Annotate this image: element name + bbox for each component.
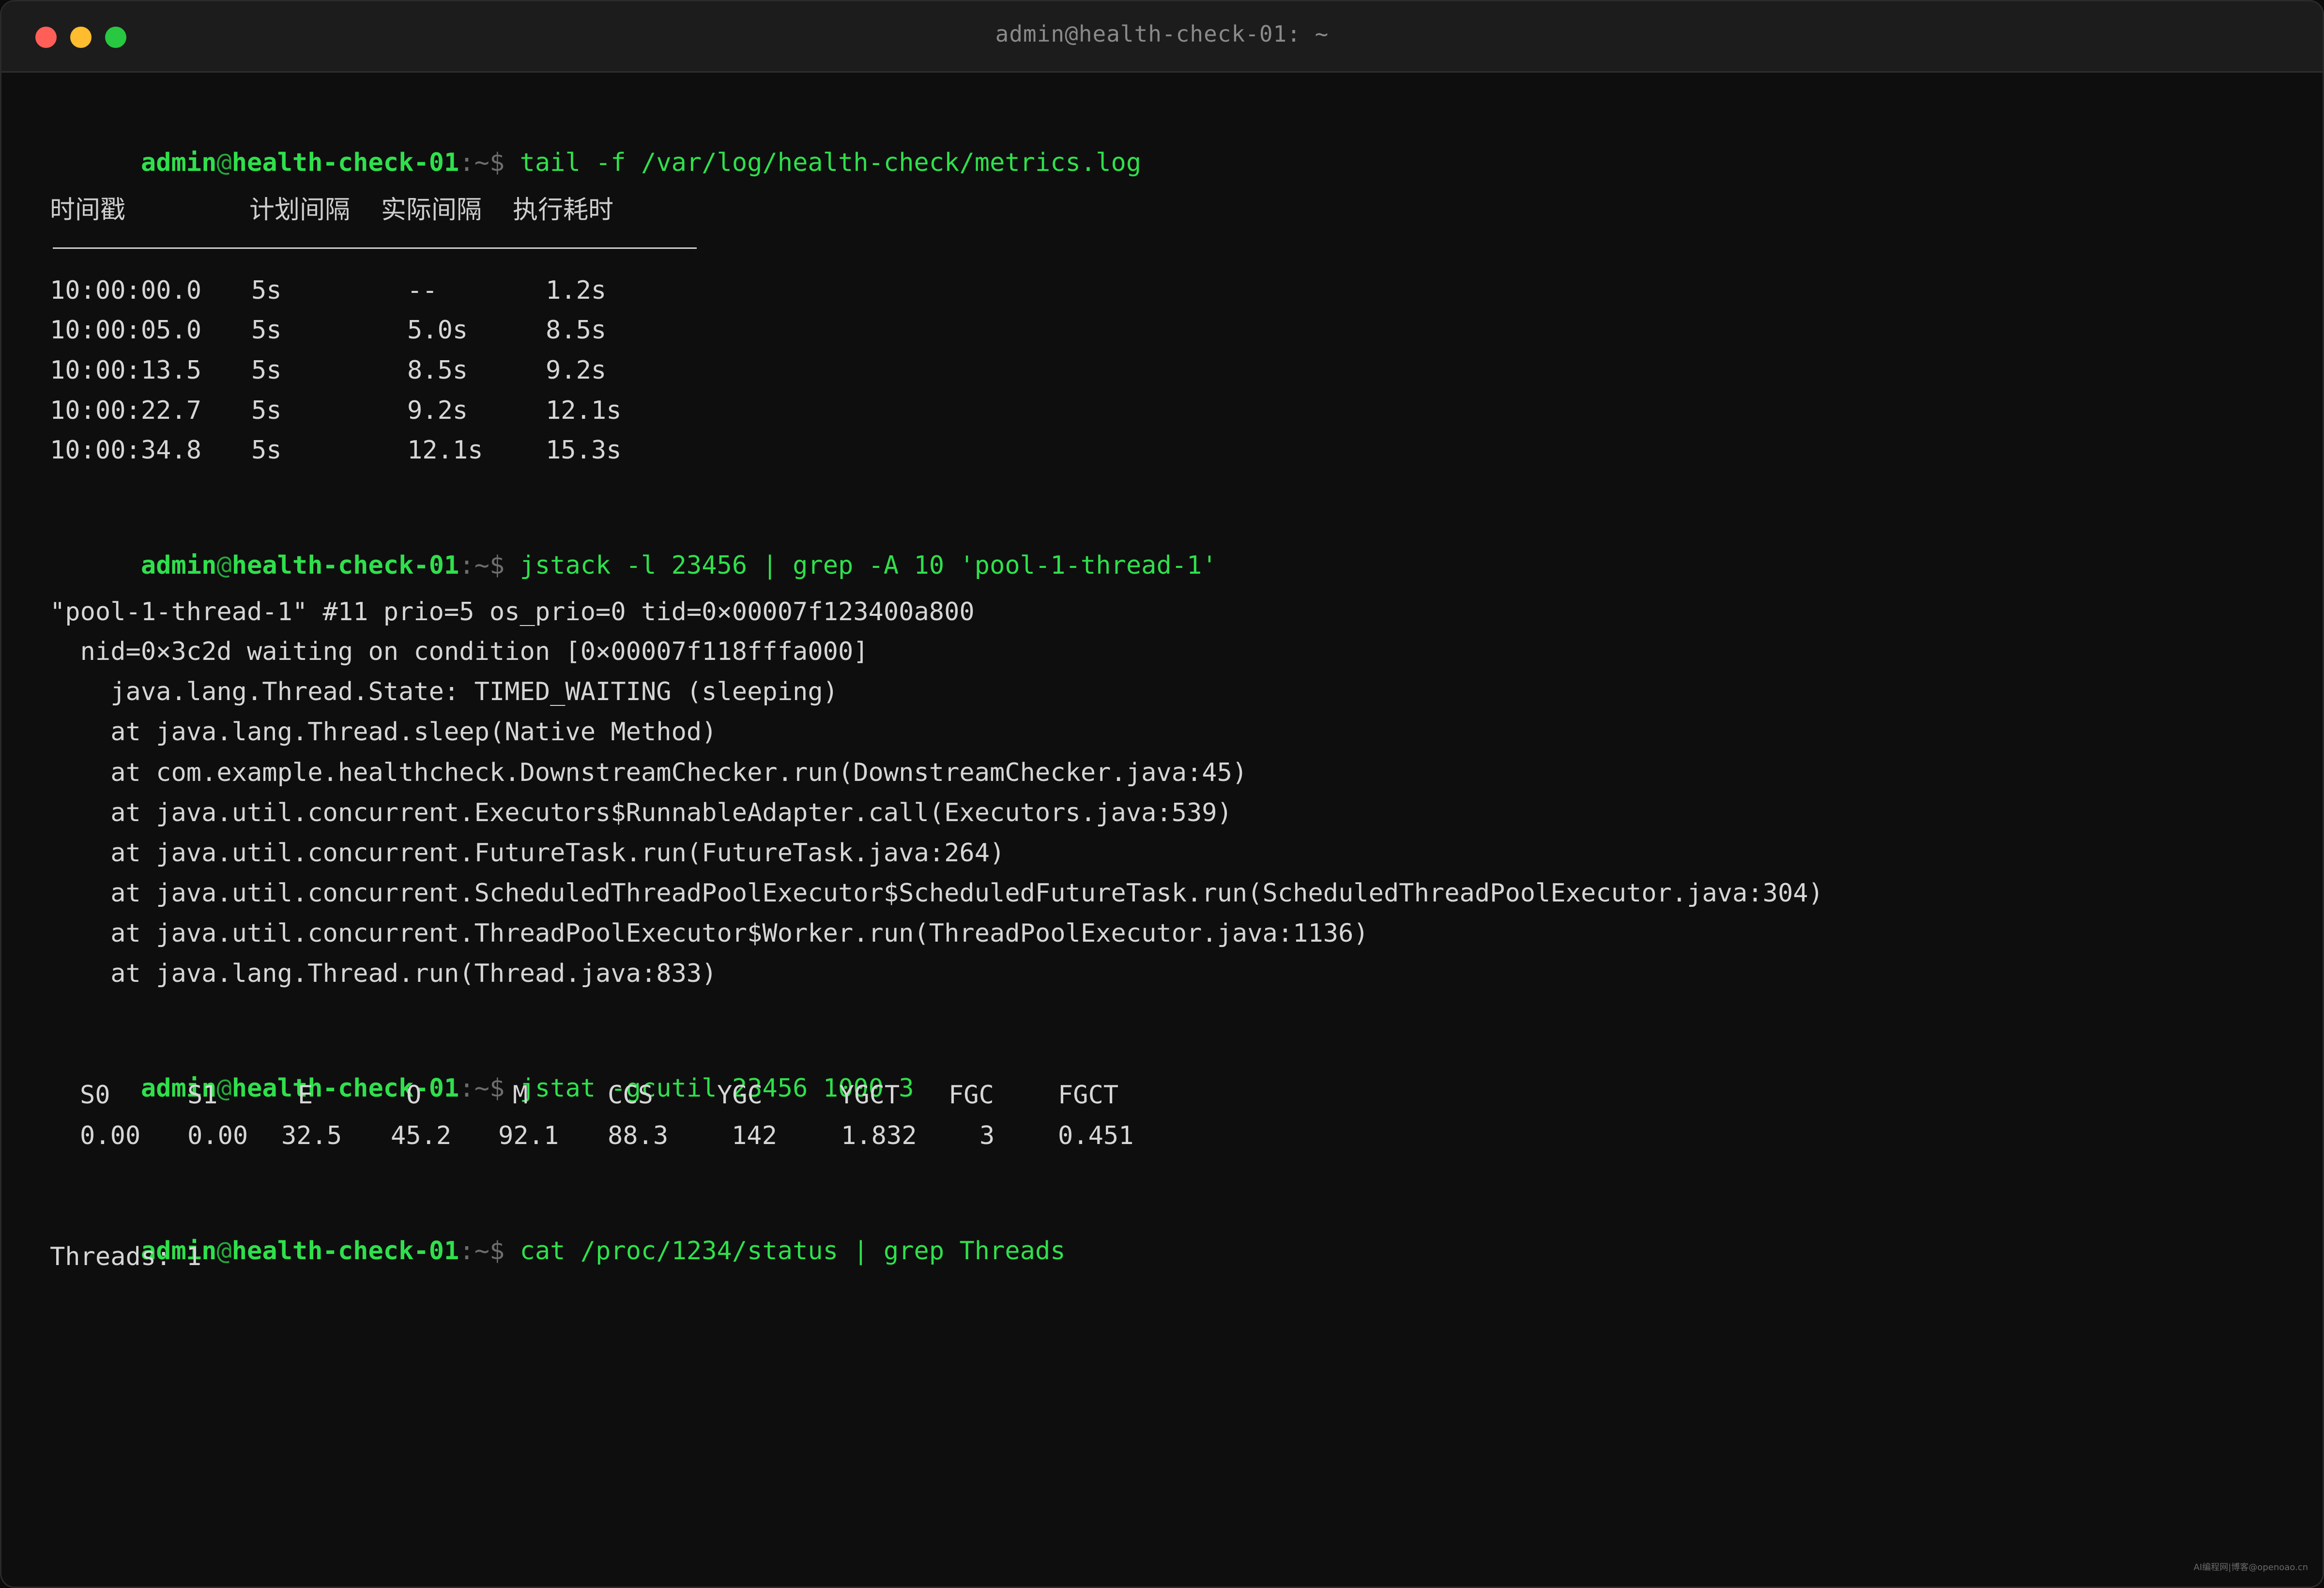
jstack-line: nid=0×3c2d waiting on condition [0×00007… (50, 637, 869, 666)
prompt-dollar: $ (489, 148, 505, 177)
prompt-line-jstack: admin@health-check-01:~$ jstack -l 23456… (50, 515, 1217, 580)
command-text: tail -f /var/log/health-check/metrics.lo… (520, 148, 1142, 177)
command-text: jstack -l 23456 | grep -A 10 'pool-1-thr… (520, 551, 1217, 580)
jstack-line: at java.util.concurrent.Executors$Runnab… (50, 798, 1232, 827)
command-text: cat /proc/1234/status | grep Threads (520, 1237, 1066, 1266)
prompt-line-cat: admin@health-check-01:~$ cat /proc/1234/… (50, 1200, 1066, 1266)
prompt-user: admin (140, 551, 217, 580)
jstat-header: S1 (187, 1081, 218, 1110)
table-cell: 12.1s (407, 436, 483, 465)
prompt-host: health-check-01 (231, 1074, 459, 1103)
jstat-value: 142 (732, 1121, 777, 1150)
jstack-line: at com.example.healthcheck.DownstreamChe… (50, 758, 1248, 787)
jstat-value: 32.5 (281, 1121, 342, 1150)
table-cell: 10:00:34.8 (50, 436, 202, 465)
metrics-header-exec-time: 执行耗时 (513, 196, 614, 225)
prompt-path: :~ (459, 148, 489, 177)
watermark: AI编程网|博客@openoao.cn (2193, 1562, 2308, 1573)
jstat-header: YGC (717, 1081, 763, 1110)
jstat-header: S0 (80, 1081, 110, 1110)
prompt-user: admin (140, 148, 217, 177)
table-cell: 12.1s (546, 396, 622, 425)
terminal-output[interactable]: admin@health-check-01:~$ tail -f /var/lo… (50, 98, 2293, 1557)
jstat-header: CCS (608, 1081, 653, 1110)
table-cell: 9.2s (407, 396, 468, 425)
table-cell: 8.5s (407, 356, 468, 385)
metrics-header-planned-interval: 计划间隔 (249, 196, 351, 225)
jstat-value: 88.3 (608, 1121, 669, 1150)
table-cell: -- (407, 276, 438, 305)
table-cell: 10:00:00.0 (50, 276, 202, 305)
prompt-path: :~ (459, 1074, 489, 1103)
jstat-header: FGCT (1058, 1081, 1119, 1110)
jstat-header: M (513, 1081, 528, 1110)
window-title: admin@health-check-01: ~ (995, 21, 1329, 47)
prompt-at: @ (216, 1237, 232, 1266)
prompt-dollar: $ (489, 1074, 505, 1103)
jstat-value: 92.1 (498, 1121, 559, 1150)
table-cell: 10:00:13.5 (50, 356, 202, 385)
jstat-header: FGC (948, 1081, 994, 1110)
table-cell: 5s (251, 396, 282, 425)
jstat-header: YGCT (839, 1081, 900, 1110)
prompt-at: @ (216, 551, 232, 580)
jstat-value: 45.2 (391, 1121, 452, 1150)
jstack-line: at java.util.concurrent.ScheduledThreadP… (50, 879, 1823, 908)
table-cell: 10:00:22.7 (50, 396, 202, 425)
prompt-host: health-check-01 (231, 148, 459, 177)
table-divider (53, 247, 697, 249)
jstat-value: 0.00 (187, 1121, 248, 1150)
table-cell: 5s (251, 276, 282, 305)
jstack-line: java.lang.Thread.State: TIMED_WAITING (s… (50, 677, 838, 706)
metrics-header-actual-interval: 实际间隔 (381, 196, 482, 225)
prompt-dollar: $ (489, 551, 505, 580)
metrics-header-timestamp: 时间戳 (50, 196, 126, 225)
table-cell: 10:00:05.0 (50, 316, 202, 345)
prompt-line-jstat: admin@health-check-01:~$ jstat -gcutil 2… (50, 1038, 914, 1103)
prompt-host: health-check-01 (231, 551, 459, 580)
jstat-header: O (406, 1081, 422, 1110)
table-cell: 5s (251, 436, 282, 465)
table-cell: 15.3s (546, 436, 622, 465)
jstack-line: at java.util.concurrent.FutureTask.run(F… (50, 839, 1005, 868)
jstack-line: at java.util.concurrent.ThreadPoolExecut… (50, 919, 1369, 948)
threads-output: Threads: 1 (50, 1242, 202, 1271)
prompt-dollar: $ (489, 1237, 505, 1266)
jstat-header: E (298, 1081, 313, 1110)
table-cell: 9.2s (546, 356, 607, 385)
table-cell: 5s (251, 356, 282, 385)
jstat-value: 3 (979, 1121, 995, 1150)
jstack-line: at java.lang.Thread.run(Thread.java:833) (50, 959, 717, 988)
table-cell: 5.0s (407, 316, 468, 345)
prompt-path: :~ (459, 551, 489, 580)
title-bar: admin@health-check-01: ~ (1, 1, 2323, 73)
prompt-line-tail: admin@health-check-01:~$ tail -f /var/lo… (50, 112, 1141, 177)
jstat-value: 1.832 (841, 1121, 917, 1150)
prompt-path: :~ (459, 1237, 489, 1266)
jstack-line: at java.lang.Thread.sleep(Native Method) (50, 718, 717, 747)
jstack-line: "pool-1-thread-1" #11 prio=5 os_prio=0 t… (50, 597, 975, 626)
table-cell: 1.2s (546, 276, 607, 305)
jstat-value: 0.451 (1058, 1121, 1134, 1150)
prompt-at: @ (216, 148, 232, 177)
terminal-window: admin@health-check-01: ~ admin@health-ch… (0, 0, 2324, 1588)
table-cell: 8.5s (546, 316, 607, 345)
table-cell: 5s (251, 316, 282, 345)
jstat-value: 0.00 (80, 1121, 141, 1150)
prompt-at: @ (216, 1074, 232, 1103)
prompt-host: health-check-01 (231, 1237, 459, 1266)
